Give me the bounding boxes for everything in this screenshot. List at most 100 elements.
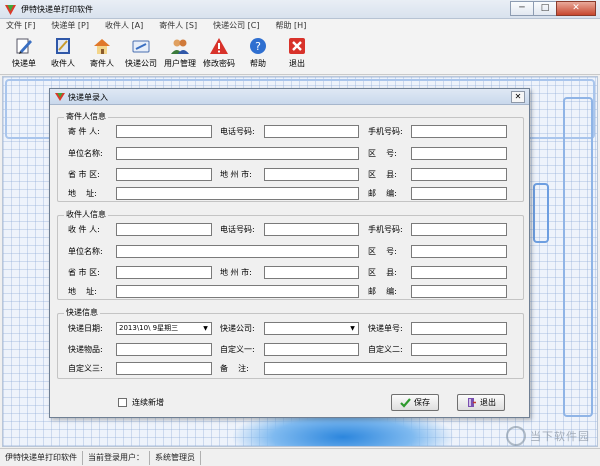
toolbar-password-button[interactable]: 修改密码 [199,33,239,73]
status-user-label: 当前登录用户： [88,452,144,462]
warning-triangle-icon [209,36,229,56]
door-exit-icon [466,397,477,408]
save-button[interactable]: 保存 [391,394,439,411]
waybill-entry-dialog: 快递单录入 ✕ 寄件人信息 寄 件 人: 电话号码: 手机号码: 单位名称: 区… [49,88,530,418]
sender-county-label: 区 县: [368,170,397,179]
watermark-icon [506,426,526,446]
receiver-postcode-input[interactable] [411,285,507,298]
exit-dialog-button[interactable]: 退出 [457,394,505,411]
status-app-name: 伊特快递单打印软件 [0,450,83,465]
custom2-input[interactable] [411,343,507,356]
toolbar-users-button[interactable]: 用户管理 [160,33,200,73]
custom1-input[interactable] [264,343,359,356]
sender-name-input[interactable] [116,125,212,138]
receiver-mobile-label: 手机号码: [368,225,403,234]
receiver-address-label: 地 址: [68,287,97,296]
receiver-province-input[interactable] [116,266,212,279]
continuous-add-label: 连续新增 [132,398,164,407]
toolbar-sender-button[interactable]: 寄件人 [82,33,122,73]
remark-input[interactable] [264,362,507,375]
sender-zone-input[interactable] [411,147,507,160]
receiver-company-input[interactable] [116,245,359,258]
help-icon: ? [248,36,268,56]
receiver-postcode-label: 邮 编: [368,287,397,296]
sender-company-input[interactable] [116,147,359,160]
notebook-icon [53,36,73,56]
toolbar-help-button[interactable]: ? 帮助 [238,33,278,73]
express-number-input[interactable] [411,322,507,335]
express-number-label: 快递单号: [368,324,403,333]
edit-pen-icon [14,36,34,56]
receiver-province-label: 省 市 区: [68,268,100,277]
menu-sender[interactable]: 寄件人 [S] [159,19,197,33]
minimize-button[interactable]: ─ [510,1,534,16]
menu-file[interactable]: 文件 [F] [6,19,35,33]
receiver-mobile-input[interactable] [411,223,507,236]
maximize-button[interactable]: □ [533,1,557,16]
window-titlebar: 伊特快递单打印软件 ─ □ ✕ [0,0,600,19]
card-icon [131,36,151,56]
continuous-add-option[interactable]: 连续新增 [118,397,164,408]
sender-province-label: 省 市 区: [68,170,100,179]
express-date-picker[interactable]: 2013\10\ 9星期三 ▼ [116,322,212,335]
watermark-logo: 当下软件园 [506,426,590,446]
receiver-zone-input[interactable] [411,245,507,258]
receiver-phone-label: 电话号码: [220,225,255,234]
sender-province-input[interactable] [116,168,212,181]
sender-name-label: 寄 件 人: [68,127,100,136]
status-user-value: 系统管理员 [149,450,201,465]
sender-address-label: 地 址: [68,189,97,198]
toolbar-courier-button[interactable]: 快递公司 [121,33,161,73]
receiver-group: 收件人信息 收 件 人: 电话号码: 手机号码: 单位名称: 区 号: 省 市 … [57,210,524,300]
receiver-city-label: 地 州 市: [220,268,252,277]
sender-company-label: 单位名称: [68,149,103,158]
toolbar: 快递单 收件人 寄件人 快递公司 用户管理 修改密码 ? 帮助 退出 [0,33,600,75]
sender-postcode-input[interactable] [411,187,507,200]
express-date-value: 2013\10\ 9星期三 [119,324,179,332]
receiver-company-label: 单位名称: [68,247,103,256]
remark-label: 备 注: [220,364,249,373]
receiver-county-label: 区 县: [368,268,397,277]
chevron-down-icon[interactable]: ▼ [347,323,358,334]
house-icon [92,36,112,56]
dialog-titlebar: 快递单录入 ✕ [50,89,529,105]
express-company-select[interactable]: ▼ [264,322,359,335]
sender-address-input[interactable] [116,187,359,200]
receiver-name-label: 收 件 人: [68,225,100,234]
custom1-label: 自定义一: [220,345,255,354]
custom3-input[interactable] [116,362,212,375]
sender-phone-input[interactable] [264,125,359,138]
close-button[interactable]: ✕ [556,1,596,16]
custom2-label: 自定义二: [368,345,403,354]
receiver-city-input[interactable] [264,266,359,279]
continuous-add-checkbox[interactable] [118,398,127,407]
decorative-frame [563,97,593,417]
menu-help[interactable]: 帮助 [H] [276,19,307,33]
receiver-phone-input[interactable] [264,223,359,236]
sender-mobile-label: 手机号码: [368,127,403,136]
express-date-label: 快递日期: [68,324,103,333]
sender-group: 寄件人信息 寄 件 人: 电话号码: 手机号码: 单位名称: 区 号: 省 市 … [57,112,524,202]
toolbar-waybill-button[interactable]: 快递单 [4,33,44,73]
app-logo-icon [55,93,65,101]
sender-mobile-input[interactable] [411,125,507,138]
sender-city-input[interactable] [264,168,359,181]
toolbar-exit-button[interactable]: 退出 [277,33,317,73]
dialog-title: 快递单录入 [68,93,108,102]
receiver-name-input[interactable] [116,223,212,236]
chevron-down-icon[interactable]: ▼ [200,323,211,334]
express-group: 快递信息 快递日期: 2013\10\ 9星期三 ▼ 快递公司: ▼ 快递单号:… [57,308,524,379]
toolbar-receiver-button[interactable]: 收件人 [43,33,83,73]
dialog-close-button[interactable]: ✕ [511,91,525,103]
menu-receiver[interactable]: 收件人 [A] [105,19,143,33]
express-company-label: 快递公司: [220,324,255,333]
menu-courier[interactable]: 快递公司 [C] [213,19,259,33]
window-title: 伊特快递单打印软件 [21,5,93,14]
receiver-address-input[interactable] [116,285,359,298]
express-group-title: 快递信息 [64,308,100,318]
sender-county-input[interactable] [411,168,507,181]
express-goods-input[interactable] [116,343,212,356]
menu-waybill[interactable]: 快递单 [P] [51,19,89,33]
receiver-county-input[interactable] [411,266,507,279]
exit-icon [287,36,307,56]
